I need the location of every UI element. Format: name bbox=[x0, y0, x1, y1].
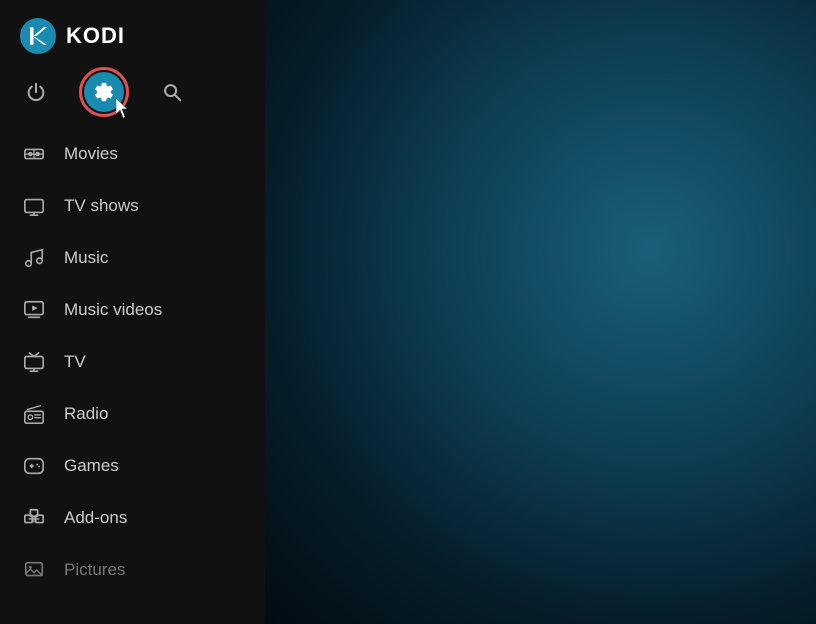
sidebar-item-music-videos[interactable]: Music videos bbox=[0, 284, 265, 336]
add-ons-label: Add-ons bbox=[64, 508, 127, 528]
main-content bbox=[265, 0, 816, 624]
tv-shows-icon bbox=[20, 192, 48, 220]
tv-label: TV bbox=[64, 352, 86, 372]
sidebar-item-tv-shows[interactable]: TV shows bbox=[0, 180, 265, 232]
cursor-icon bbox=[116, 98, 134, 126]
logo-area: KODI bbox=[0, 0, 265, 68]
tv-shows-label: TV shows bbox=[64, 196, 139, 216]
games-icon bbox=[20, 452, 48, 480]
kodi-logo-icon bbox=[20, 18, 56, 54]
top-icons-bar bbox=[0, 68, 265, 128]
movies-label: Movies bbox=[64, 144, 118, 164]
power-button[interactable] bbox=[16, 72, 56, 112]
sidebar-item-radio[interactable]: Radio bbox=[0, 388, 265, 440]
pictures-label: Pictures bbox=[64, 560, 125, 580]
games-label: Games bbox=[64, 456, 119, 476]
settings-button[interactable] bbox=[84, 72, 124, 112]
add-ons-icon bbox=[20, 504, 48, 532]
music-videos-label: Music videos bbox=[64, 300, 162, 320]
radio-icon bbox=[20, 400, 48, 428]
music-videos-icon bbox=[20, 296, 48, 324]
music-icon bbox=[20, 244, 48, 272]
sidebar: KODI bbox=[0, 0, 265, 624]
app-title: KODI bbox=[66, 23, 125, 49]
sidebar-item-games[interactable]: Games bbox=[0, 440, 265, 492]
movies-icon bbox=[20, 140, 48, 168]
sidebar-item-pictures[interactable]: Pictures bbox=[0, 544, 265, 596]
sidebar-item-music[interactable]: Music bbox=[0, 232, 265, 284]
search-button[interactable] bbox=[152, 72, 192, 112]
nav-list: Movies TV shows Music bbox=[0, 128, 265, 624]
sidebar-item-movies[interactable]: Movies bbox=[0, 128, 265, 180]
tv-icon bbox=[20, 348, 48, 376]
music-label: Music bbox=[64, 248, 108, 268]
radio-label: Radio bbox=[64, 404, 108, 424]
pictures-icon bbox=[20, 556, 48, 584]
sidebar-item-add-ons[interactable]: Add-ons bbox=[0, 492, 265, 544]
sidebar-item-tv[interactable]: TV bbox=[0, 336, 265, 388]
